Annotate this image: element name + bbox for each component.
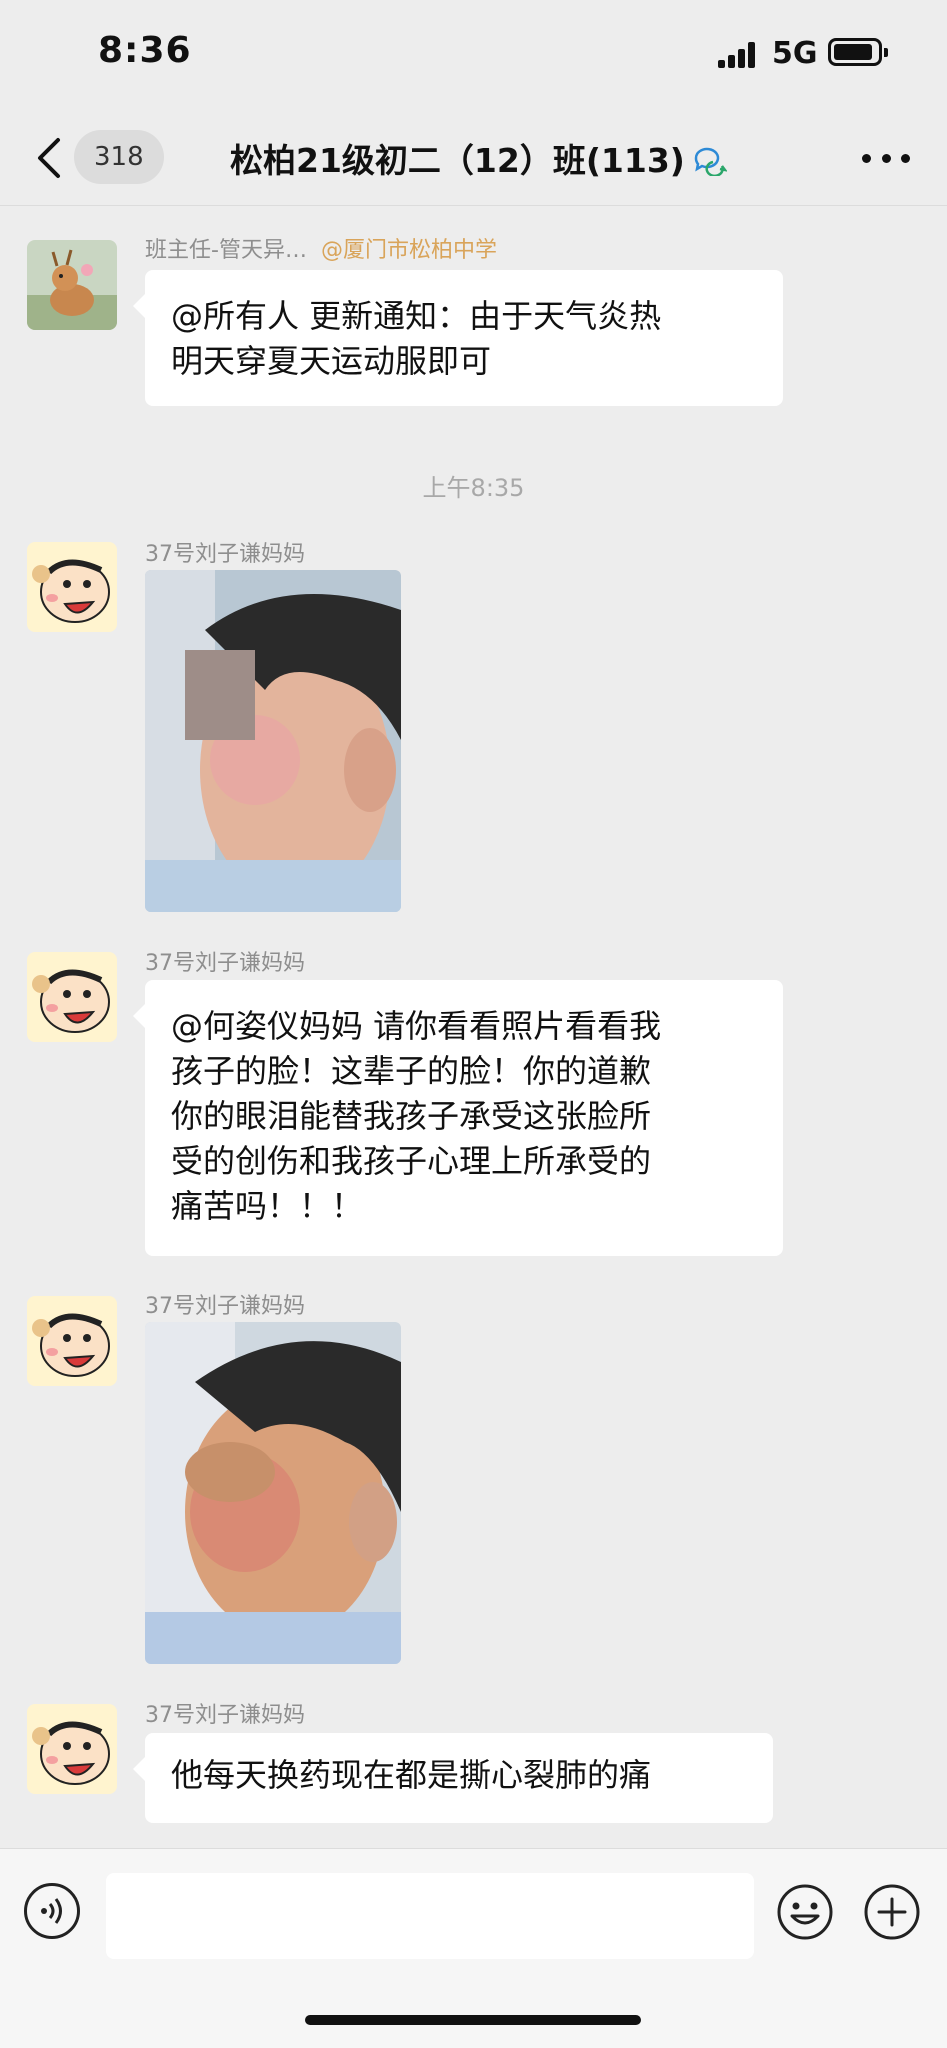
message-line: @所有人 更新通知：由于天气炎热 [171,297,662,335]
avatar-parent[interactable] [27,542,117,632]
plus-icon [864,1884,920,1940]
chat-bubbles-icon [694,147,727,176]
voice-icon [41,1898,62,1924]
sender-name: 37号刘子谦妈妈 [145,1703,305,1728]
sender-name-text: 班主任-管天异… [145,238,307,263]
message-bubble[interactable]: 他每天换药现在都是撕心裂肺的痛 [133,1733,773,1823]
chevron-left-icon [38,138,60,178]
chat-title: 松柏21级初二（12）班(113) [230,141,685,180]
emoji-icon [777,1884,833,1940]
chat-screen: 8:36 5G 318 松柏21级初二（12）班(113) 班主任-管天异… @… [0,0,947,2048]
back-button[interactable] [30,132,70,184]
message-line: 你的眼泪能替我孩子承受这张脸所 [171,1097,652,1135]
signal-icon [718,42,758,68]
message-input[interactable] [106,1873,754,1959]
message-bubble[interactable]: @所有人 更新通知：由于天气炎热 明天穿夏天运动服即可 [133,270,783,406]
cartoon-boy-avatar-icon [27,1704,117,1794]
sender-name: 37号刘子谦妈妈 [145,542,305,567]
message-line: 受的创伤和我孩子心理上所承受的 [171,1142,652,1180]
status-bar: 8:36 5G [0,0,947,110]
more-dot [901,153,910,163]
message-line: 痛苦吗！！！ [171,1187,364,1225]
message-line: 他每天换药现在都是撕心裂肺的痛 [171,1756,652,1794]
home-indicator[interactable] [305,2015,641,2025]
message-line: @何姿仪妈妈 请你看看照片看看我 [171,1007,662,1045]
more-dot [881,153,891,163]
message-bubble[interactable]: @何姿仪妈妈 请你看看照片看看我 孩子的脸！这辈子的脸！你的道歉 你的眼泪能替我… [133,980,783,1256]
cartoon-boy-avatar-icon [27,1296,117,1386]
sender-name: 班主任-管天异… @厦门市松柏中学 [145,232,497,264]
avatar-teacher[interactable] [27,240,117,330]
sender-name: 37号刘子谦妈妈 [145,951,305,976]
chat-title-area[interactable]: 松柏21级初二（12）班(113) [230,132,727,184]
more-functions-button[interactable] [863,1883,921,1941]
photo-message[interactable] [145,1322,401,1664]
injured-face-photo-icon [145,570,401,912]
network-type: 5G [772,36,818,71]
unread-badge[interactable]: 318 [74,130,164,184]
avatar-parent[interactable] [27,1704,117,1794]
more-button[interactable] [862,146,910,170]
more-dot [862,153,871,163]
status-time: 8:36 [98,30,192,71]
nav-bar: 318 松柏21级初二（12）班(113) [0,110,947,206]
cartoon-boy-avatar-icon [27,542,117,632]
cartoon-boy-avatar-icon [27,952,117,1042]
emoji-button[interactable] [776,1883,834,1941]
deer-avatar-icon [27,240,117,330]
sender-org-tag: @厦门市松柏中学 [320,238,497,263]
message-line: 孩子的脸！这辈子的脸！你的道歉 [171,1052,652,1090]
time-separator: 上午8:35 [422,474,525,502]
photo-message[interactable] [145,570,401,912]
input-bar [0,1848,947,2048]
battery-icon [828,38,888,66]
voice-button[interactable] [24,1883,80,1939]
avatar-parent[interactable] [27,952,117,1042]
avatar-parent[interactable] [27,1296,117,1386]
injured-face-photo-icon [145,1322,401,1664]
message-line: 明天穿夏天运动服即可 [171,342,492,380]
sender-name: 37号刘子谦妈妈 [145,1294,305,1319]
